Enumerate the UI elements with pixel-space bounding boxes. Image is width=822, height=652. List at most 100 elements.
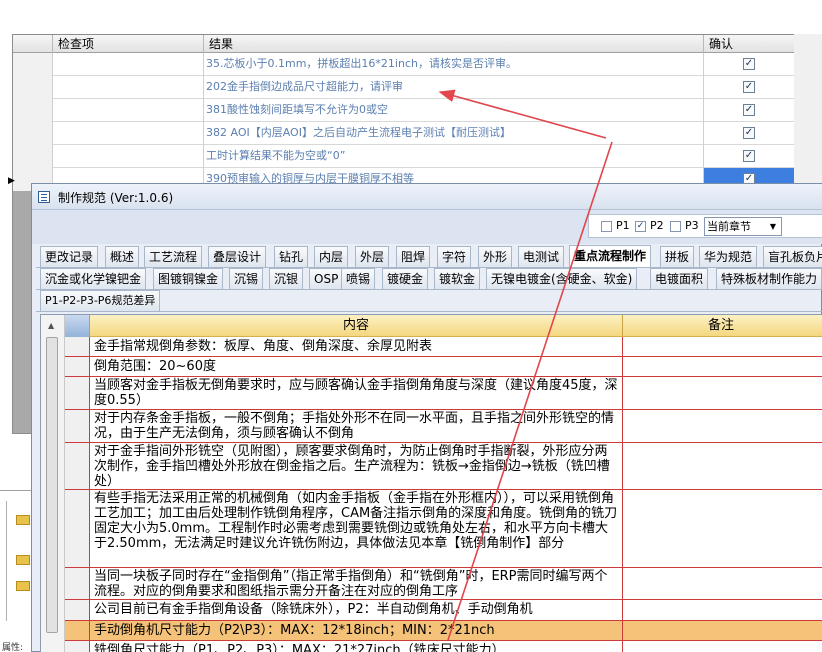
table-row[interactable]: 35.芯板小于0.1mm，拼板超出16*21inch，请核实是否评审。 ✓ [13,53,795,76]
table-row[interactable]: 倒角范围：20~60度 [65,357,822,377]
tab-outer-layer[interactable]: 外层 [355,246,390,267]
folder-icon[interactable] [16,581,30,591]
confirm-checkbox[interactable]: ✓ [743,150,755,162]
header-content[interactable]: 内容 [90,315,623,337]
remark-cell[interactable] [623,600,822,620]
tab-change-log[interactable]: 更改记录 [40,246,99,267]
remark-cell[interactable] [623,357,822,376]
tab-enig-enepig[interactable]: 沉金或化学镍钯金 [40,268,147,289]
table-row-selected[interactable]: 手动倒角机尺寸能力（P2\P3）：MAX：12*18inch；MIN：2*21n… [65,621,822,641]
scroll-up-icon[interactable]: ▲ [48,321,54,330]
table-row[interactable]: 公司目前已有金手指倒角设备（除铣床外），P2：半自动倒角机、手动倒角机 [65,600,822,621]
plant-filter-group: P1 ✓ P2 P3 当前章节 ▼ [588,214,822,238]
tab-immersion-silver[interactable]: 沉银 [269,268,304,289]
table-row[interactable]: 工时计算结果不能为空或“0” ✓ [13,145,795,168]
table-row[interactable]: 有些手指无法采用正常的机械倒角（如内金手指板（金手指在外形框内）），可以采用铣倒… [65,490,822,568]
tab-overview[interactable]: 概述 [105,246,140,267]
tab-soft-gold[interactable]: 镀软金 [434,268,481,289]
current-row-arrow-icon: ▶ [8,176,15,186]
tab-immersion-tin[interactable]: 沉锡 [229,268,264,289]
table-row[interactable]: 铣倒角尺寸能力（P1、P2、P3）：MAX：21*27inch（铣床尺寸能力） [65,641,822,652]
result-cell: 381酸性蚀刻间距填写不允许为0或空 [204,99,704,122]
result-cell: 202金手指倒边成品尺寸超能力，请评审 [204,76,704,99]
table-row[interactable]: 对于金手指间外形铣空（见附图），顾客要求倒角时，为防止倒角时手指断裂，外形应分两… [65,443,822,490]
toolbar: P1 ✓ P2 P3 当前章节 ▼ [32,210,822,244]
confirm-checkbox[interactable]: ✓ [743,104,755,116]
remark-cell[interactable] [623,377,822,409]
content-cell: 当顾客对金手指板无倒角要求时，应与顾客确认金手指倒角角度与深度（建议角度45度，… [90,377,623,409]
tab-hasl[interactable]: 喷锡 [341,268,376,289]
remark-cell[interactable] [623,337,822,356]
table-row[interactable]: 381酸性蚀刻间距填写不允许为0或空 ✓ [13,99,795,122]
p1-checkbox[interactable] [601,221,612,232]
header-confirm[interactable]: 确认 [704,35,795,53]
tab-stackup[interactable]: 叠层设计 [208,246,267,267]
vertical-scrollbar[interactable]: ▲ [41,315,65,652]
p2-label: P2 [650,219,664,232]
folder-icon[interactable] [16,555,30,565]
tab-legend[interactable]: 字符 [437,246,472,267]
header-remark[interactable]: 备注 [623,315,822,337]
p2-checkbox[interactable]: ✓ [635,221,646,232]
tab-pattern-plating-ni-au[interactable]: 图镀铜镍金 [153,268,224,289]
remark-cell[interactable] [623,443,822,489]
confirm-checkbox[interactable]: ✓ [743,81,755,93]
tab-electrical-test[interactable]: 电测试 [518,246,565,267]
header-check-item[interactable]: 检查项 [53,35,204,53]
content-cell: 手动倒角机尺寸能力（P2\P3）：MAX：12*18inch；MIN：2*21n… [90,621,623,640]
tab-process-flow[interactable]: 工艺流程 [144,246,203,267]
table-row[interactable]: 金手指常规倒角参数：板厚、角度、倒角深度、余厚见附表 [65,337,822,357]
p1-label: P1 [616,219,630,232]
check-grid-header: 检查项 结果 确认 [13,35,795,53]
tab-inner-layer[interactable]: 内层 [314,246,349,267]
grid-corner[interactable] [65,315,90,337]
window-title: 制作规范 (Ver:1.0.6) [58,191,174,205]
remark-cell[interactable] [623,621,822,640]
tab-plating-area[interactable]: 电镀面积 [650,268,709,289]
header-result[interactable]: 结果 [204,35,704,53]
tab-blind-via-negative[interactable]: 盲孔板负片 [763,246,822,267]
table-row[interactable]: 当顾客对金手指板无倒角要求时，应与顾客确认金手指倒角角度与深度（建议角度45度，… [65,377,822,410]
tab-drilling[interactable]: 钻孔 [274,246,309,267]
tab-nickel-free-gold[interactable]: 无镍电镀金(含硬金、软金) [486,268,638,289]
spec-grid: ▲ 内容 备注 金手指常规倒角参数：板厚、角度、倒角深度、余厚见附表 倒角范围：… [40,314,822,652]
confirm-checkbox[interactable]: ✓ [743,58,755,70]
folder-icon[interactable] [16,515,30,525]
remark-cell[interactable] [623,490,822,567]
p3-checkbox[interactable] [670,221,681,232]
side-tree [0,490,34,652]
p3-label: P3 [685,219,699,232]
content-cell: 倒角范围：20~60度 [90,357,623,376]
tab-hard-gold[interactable]: 镀硬金 [382,268,429,289]
content-cell: 铣倒角尺寸能力（P1、P2、P3）：MAX：21*27inch（铣床尺寸能力） [90,641,623,652]
tab-plant-spec-diff[interactable]: P1-P2-P3-P6规范差异 [40,290,161,311]
remark-cell[interactable] [623,641,822,652]
content-cell: 有些手指无法采用正常的机械倒角（如内金手指板（金手指在外形框内）），可以采用铣倒… [90,490,623,567]
content-cell: 当同一块板子同时存在“金指倒角”（指正常手指倒角）和“铣倒角”时，ERP需同时编… [90,568,623,599]
remark-cell[interactable] [623,568,822,599]
tree-status-label: 属性: [2,643,24,652]
result-cell: 382 AOI【内层AOI】之后自动产生流程电子测试【耐压测试】 [204,122,704,145]
table-row[interactable]: 202金手指倒边成品尺寸超能力，请评审 ✓ [13,76,795,99]
check-grid-scroll-area [794,34,822,184]
tab-special-material[interactable]: 特殊板材制作能力 [716,268,822,289]
spec-grid-header: 内容 备注 [65,315,822,337]
window-titlebar[interactable]: 制作规范 (Ver:1.0.6) [32,184,822,210]
tab-osp[interactable]: OSP [309,268,344,289]
tab-key-process[interactable]: 重点流程制作 [569,245,652,267]
table-row[interactable]: 382 AOI【内层AOI】之后自动产生流程电子测试【耐压测试】 ✓ [13,122,795,145]
tab-profile[interactable]: 外形 [478,246,513,267]
table-row[interactable]: 当同一块板子同时存在“金指倒角”（指正常手指倒角）和“铣倒角”时，ERP需同时编… [65,568,822,600]
chapter-select[interactable]: 当前章节 ▼ [704,217,782,236]
tab-panelization[interactable]: 拼板 [660,246,695,267]
confirm-checkbox[interactable]: ✓ [743,127,755,139]
content-cell: 对于内存条金手指板，一般不倒角；手指处外形不在同一水平面，且手指之间外形铣空的情… [90,410,623,442]
scroll-thumb[interactable] [46,337,58,633]
chevron-down-icon: ▼ [769,222,777,231]
desktop: 检查项 结果 确认 35.芯板小于0.1mm，拼板超出16*21inch，请核实… [0,0,822,652]
tab-huawei-spec[interactable]: 华为规范 [699,246,758,267]
remark-cell[interactable] [623,410,822,442]
tab-solder-mask[interactable]: 阻焊 [396,246,431,267]
table-row[interactable]: 对于内存条金手指板，一般不倒角；手指处外形不在同一水平面，且手指之间外形铣空的情… [65,410,822,443]
spec-window: 制作规范 (Ver:1.0.6) P1 ✓ P2 P3 当前章节 ▼ 更改记录 … [31,183,822,652]
